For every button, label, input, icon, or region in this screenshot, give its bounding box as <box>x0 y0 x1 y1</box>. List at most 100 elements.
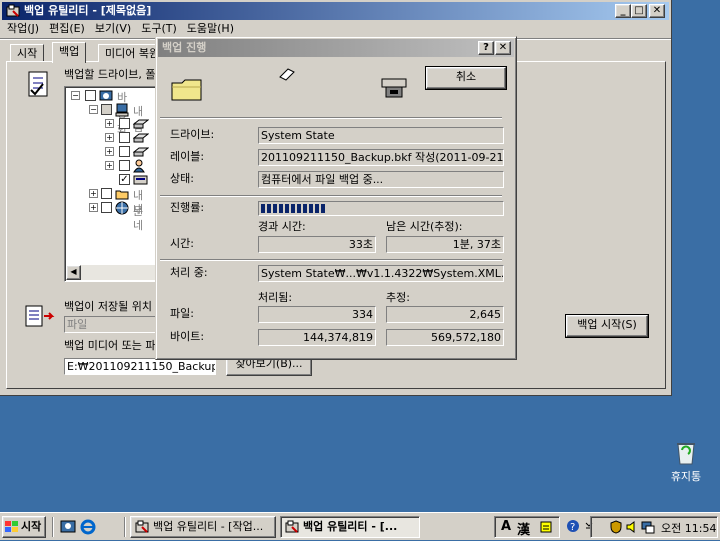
task-label: 백업 유틸리티 - [작업... <box>153 520 264 533</box>
elapsed-header: 경과 시간: <box>258 220 306 233</box>
progress-segment <box>291 204 295 213</box>
backup-app-icon <box>285 520 299 537</box>
progress-segment <box>261 204 265 213</box>
menu-view[interactable]: 보기(V) <box>90 20 136 38</box>
expander[interactable]: + <box>105 119 114 128</box>
drive-tree[interactable]: − 바탕 화 − 내 컴 + + + + <box>64 86 160 282</box>
internet-explorer-icon[interactable] <box>80 519 96 538</box>
drive-value: System State <box>258 127 504 144</box>
drive-label: 드라이브: <box>170 128 215 141</box>
expander[interactable]: + <box>105 147 114 156</box>
progress-segment <box>297 204 301 213</box>
status-label: 상태: <box>170 172 194 185</box>
label-value: 201109211150_Backup.bkf 작성(2011-09-21, 오… <box>258 149 504 166</box>
tab-backup[interactable]: 백업 <box>52 42 87 63</box>
destination-label: 백업이 저장될 위치 <box>64 300 152 313</box>
progress-fill <box>261 204 501 213</box>
expander[interactable]: + <box>89 189 98 198</box>
progress-segment <box>315 204 319 213</box>
files-processed: 334 <box>258 306 376 323</box>
taskbar-backup-utility-button[interactable]: 백업 유틸리티 - [... <box>280 516 420 538</box>
system-tray: 오전 11:54 <box>590 516 718 538</box>
taskbar-backup-job-button[interactable]: 백업 유틸리티 - [작업... <box>130 516 276 538</box>
ime-tool-icon[interactable] <box>539 520 553 537</box>
expander[interactable]: + <box>89 203 98 212</box>
menu-edit[interactable]: 편집(E) <box>44 20 90 38</box>
network-icon <box>115 201 129 218</box>
cancel-button[interactable]: 취소 <box>425 66 507 90</box>
estimated-header: 추정: <box>386 291 410 304</box>
horizontal-scrollbar[interactable] <box>81 265 158 280</box>
checkbox[interactable] <box>119 160 130 171</box>
progress-segment <box>273 204 277 213</box>
expander[interactable]: − <box>89 105 98 114</box>
checkbox-checked[interactable]: ✓ <box>119 174 130 185</box>
tab-welcome[interactable]: 시작 <box>10 44 45 62</box>
checkbox[interactable] <box>119 146 130 157</box>
show-desktop-icon[interactable] <box>60 519 76 538</box>
media-filename-input[interactable]: E:₩201109211150_Backup.bkf <box>64 358 216 375</box>
main-window-title: 백업 유틸리티 - [제목없음] <box>24 4 152 17</box>
network-status-icon[interactable] <box>641 520 655 537</box>
flying-paper-icon <box>278 67 296 84</box>
progress-segment <box>267 204 271 213</box>
drive-icon <box>132 118 150 133</box>
time-label: 시간: <box>170 237 194 250</box>
bytes-label: 바이트: <box>170 330 205 343</box>
main-title-bar[interactable]: 백업 유틸리티 - [제목없음] _ □ ✕ <box>2 2 669 20</box>
processed-header: 처리됨: <box>258 291 293 304</box>
bytes-processed: 144,374,819 <box>258 329 376 346</box>
progress-bar <box>258 201 504 216</box>
maximize-button[interactable]: □ <box>631 4 647 18</box>
minimize-button[interactable]: _ <box>615 4 631 18</box>
progress-segment <box>309 204 313 213</box>
close-button[interactable]: ✕ <box>649 4 665 18</box>
speaker-icon[interactable] <box>625 520 639 537</box>
folder-icon <box>170 75 204 106</box>
windows-logo-icon <box>5 520 19 541</box>
remaining-header: 남은 시간(추정): <box>386 220 463 233</box>
ime-help-icon[interactable]: ? <box>566 519 580 536</box>
start-label: 시작 <box>21 520 42 533</box>
label-label: 레이블: <box>170 150 205 163</box>
start-backup-button[interactable]: 백업 시작(S) <box>565 314 649 338</box>
recycle-bin-label: 휴지통 <box>670 470 702 483</box>
recycle-bin-shortcut[interactable]: 휴지통 <box>664 438 708 484</box>
checkbox[interactable] <box>101 188 112 199</box>
progress-label: 진행률: <box>170 201 205 214</box>
dialog-title-bar[interactable]: 백업 진행 ? ✕ <box>158 39 514 57</box>
menu-job[interactable]: 작업(J) <box>2 20 44 38</box>
ime-hanja-toggle[interactable]: 漢 <box>517 519 530 538</box>
dialog-close-button[interactable]: ✕ <box>495 41 511 55</box>
clock[interactable]: 오전 11:54 <box>661 520 716 536</box>
scroll-left-button[interactable]: ◀ <box>66 265 81 280</box>
media-label: 백업 미디어 또는 파 <box>64 339 156 352</box>
backup-device-icon <box>380 75 408 102</box>
shield-icon[interactable] <box>609 520 623 537</box>
drive-icon <box>132 132 150 147</box>
checkbox[interactable] <box>101 104 112 115</box>
destination-icon <box>24 304 56 331</box>
backup-app-icon <box>135 520 149 537</box>
backup-progress-dialog: 백업 진행 ? ✕ 취소 드라이브: System State 레이블: 201… <box>155 36 517 360</box>
files-label: 파일: <box>170 307 194 320</box>
checklist-icon <box>26 70 50 101</box>
start-button[interactable]: 시작 <box>2 516 46 538</box>
help-button[interactable]: ? <box>478 41 494 55</box>
processing-value: System State₩...₩v1.1.4322₩System.XML.dl… <box>258 265 504 282</box>
select-label: 백업할 드라이브, 폴 <box>64 68 156 81</box>
processing-label: 처리 중: <box>170 266 208 279</box>
expander[interactable]: + <box>105 161 114 170</box>
elapsed-value: 33초 <box>258 236 376 253</box>
expander[interactable]: + <box>105 133 114 142</box>
dialog-title: 백업 진행 <box>162 41 207 54</box>
progress-segment <box>285 204 289 213</box>
checkbox[interactable] <box>119 132 130 143</box>
ime-english-toggle[interactable]: A <box>501 519 511 534</box>
destination-select[interactable]: 파일 <box>64 316 156 333</box>
expander[interactable]: − <box>71 91 80 100</box>
taskbar: 시작 백업 유틸리티 - [작업... 백업 유틸리티 - [... A 漢 ?… <box>0 512 720 540</box>
checkbox[interactable] <box>85 90 96 101</box>
checkbox[interactable] <box>119 118 130 129</box>
checkbox[interactable] <box>101 202 112 213</box>
